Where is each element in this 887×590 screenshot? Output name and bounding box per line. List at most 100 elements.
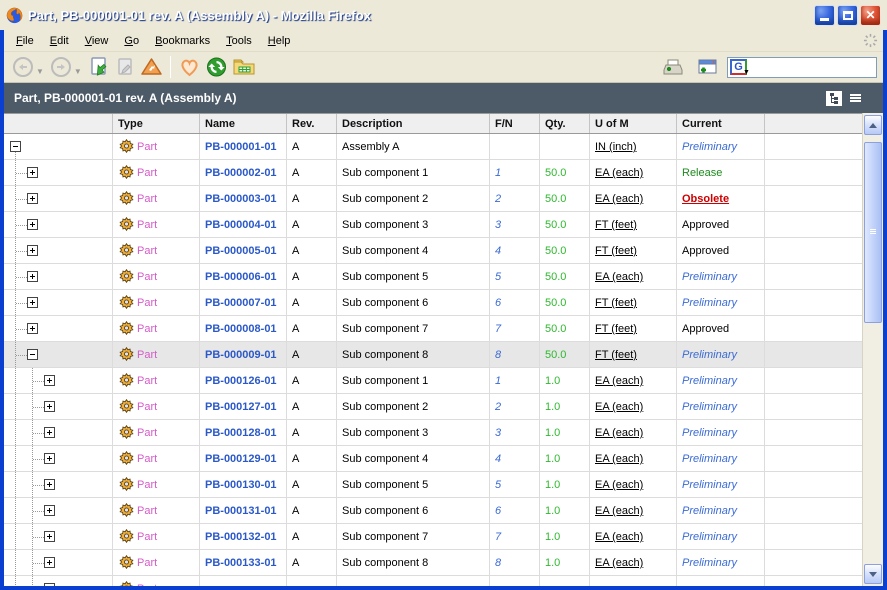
tree-view-icon[interactable] bbox=[826, 91, 842, 106]
back-dropdown-icon[interactable]: ▼ bbox=[36, 67, 44, 76]
scrollbar-thumb[interactable] bbox=[864, 142, 882, 323]
uom-link[interactable]: EA (each) bbox=[595, 453, 643, 465]
pin-page-button[interactable] bbox=[112, 54, 138, 80]
menu-edit[interactable]: Edit bbox=[42, 32, 77, 50]
part-number-link[interactable]: PB-000128-01 bbox=[205, 427, 277, 439]
part-number-link[interactable]: PB-000126-01 bbox=[205, 375, 277, 387]
part-number-link[interactable]: PB-000006-01 bbox=[205, 271, 277, 283]
scroll-down-button[interactable] bbox=[864, 564, 882, 584]
collapse-toggle[interactable] bbox=[10, 141, 21, 152]
open-page-button[interactable] bbox=[86, 54, 112, 80]
part-number-link[interactable]: PB-000132-01 bbox=[205, 531, 277, 543]
part-number-link[interactable]: PB-000004-01 bbox=[205, 219, 277, 231]
part-number-link[interactable]: PB-000007-01 bbox=[205, 297, 277, 309]
forward-dropdown-icon[interactable]: ▼ bbox=[74, 67, 82, 76]
part-number-link[interactable]: PB-000131-01 bbox=[205, 505, 277, 517]
close-button[interactable]: ✕ bbox=[860, 5, 881, 26]
add-window-button[interactable] bbox=[693, 54, 721, 80]
part-number-link[interactable]: PB-000002-01 bbox=[205, 167, 277, 179]
part-type-link[interactable]: Part bbox=[137, 583, 157, 587]
part-number-link[interactable]: PB-000003-01 bbox=[205, 193, 277, 205]
uom-link[interactable]: EA (each) bbox=[595, 505, 643, 517]
folder-grid-button[interactable] bbox=[230, 54, 258, 80]
part-type-link[interactable]: Part bbox=[137, 427, 157, 439]
part-number-link[interactable]: PB-000008-01 bbox=[205, 323, 277, 335]
alert-triangle-button[interactable] bbox=[138, 54, 165, 80]
part-type-link[interactable]: Part bbox=[137, 505, 157, 517]
scroll-up-button[interactable] bbox=[864, 115, 882, 135]
part-number-link[interactable]: PB-000009-01 bbox=[205, 349, 277, 361]
vertical-scrollbar[interactable] bbox=[862, 113, 883, 586]
menu-go[interactable]: Go bbox=[116, 32, 147, 50]
menu-tools[interactable]: Tools bbox=[218, 32, 260, 50]
uom-link[interactable]: EA (each) bbox=[595, 557, 643, 569]
expand-toggle[interactable] bbox=[27, 297, 38, 308]
menu-view[interactable]: View bbox=[77, 32, 117, 50]
part-type-link[interactable]: Part bbox=[137, 557, 157, 569]
uom-link[interactable]: EA (each) bbox=[595, 375, 643, 387]
uom-link[interactable]: FT (feet) bbox=[595, 245, 637, 257]
part-type-link[interactable]: Part bbox=[137, 401, 157, 413]
title-bar[interactable]: Part, PB-000001-01 rev. A (Assembly A) -… bbox=[0, 0, 887, 30]
uom-link[interactable]: EA (each) bbox=[595, 427, 643, 439]
uom-link[interactable]: FT (feet) bbox=[595, 323, 637, 335]
part-type-link[interactable]: Part bbox=[137, 349, 157, 361]
expand-toggle[interactable] bbox=[27, 271, 38, 282]
uom-link[interactable]: EA (each) bbox=[595, 271, 643, 283]
part-type-link[interactable]: Part bbox=[137, 375, 157, 387]
menu-bookmarks[interactable]: Bookmarks bbox=[147, 32, 218, 50]
uom-link[interactable]: FT (feet) bbox=[595, 297, 637, 309]
expand-toggle[interactable] bbox=[44, 531, 55, 542]
uom-link[interactable]: EA (each) bbox=[595, 167, 643, 179]
part-type-link[interactable]: Part bbox=[137, 193, 157, 205]
expand-toggle[interactable] bbox=[27, 167, 38, 178]
expand-toggle[interactable] bbox=[44, 375, 55, 386]
uom-link[interactable]: EA (each) bbox=[595, 401, 643, 413]
part-type-link[interactable]: Part bbox=[137, 141, 157, 153]
expand-toggle[interactable] bbox=[44, 557, 55, 568]
part-type-link[interactable]: Part bbox=[137, 167, 157, 179]
search-dropdown-caret[interactable]: ▼ bbox=[743, 69, 750, 76]
part-type-link[interactable]: Part bbox=[137, 271, 157, 283]
maximize-button[interactable] bbox=[837, 5, 858, 26]
uom-link[interactable]: FT (feet) bbox=[595, 219, 637, 231]
expand-toggle[interactable] bbox=[27, 219, 38, 230]
expand-toggle[interactable] bbox=[44, 427, 55, 438]
menu-help[interactable]: Help bbox=[260, 32, 299, 50]
part-type-link[interactable]: Part bbox=[137, 453, 157, 465]
expand-toggle[interactable] bbox=[44, 453, 55, 464]
part-number-link[interactable]: PB-000129-01 bbox=[205, 453, 277, 465]
collapse-toggle[interactable] bbox=[27, 349, 38, 360]
part-type-link[interactable]: Part bbox=[137, 219, 157, 231]
favorites-heart-button[interactable] bbox=[176, 54, 203, 80]
part-number-link[interactable]: PB-000001-01 bbox=[205, 141, 277, 153]
part-type-link[interactable]: Part bbox=[137, 323, 157, 335]
menu-file[interactable]: File bbox=[8, 32, 42, 50]
expand-toggle[interactable] bbox=[27, 323, 38, 334]
part-type-link[interactable]: Part bbox=[137, 297, 157, 309]
expand-toggle[interactable] bbox=[27, 193, 38, 204]
uom-link[interactable]: EA (each) bbox=[595, 193, 643, 205]
uom-link[interactable]: FT (feet) bbox=[595, 349, 637, 361]
expand-toggle[interactable] bbox=[44, 401, 55, 412]
expand-toggle[interactable] bbox=[44, 505, 55, 516]
expand-toggle[interactable] bbox=[44, 583, 55, 586]
part-number-link[interactable]: PB-000127-01 bbox=[205, 401, 277, 413]
minimize-button[interactable] bbox=[814, 5, 835, 26]
forward-button[interactable] bbox=[48, 54, 74, 80]
add-page-button[interactable] bbox=[659, 54, 687, 80]
part-number-link[interactable]: PB-000005-01 bbox=[205, 245, 277, 257]
expand-toggle[interactable] bbox=[44, 479, 55, 490]
uom-link[interactable]: IN (inch) bbox=[595, 141, 637, 153]
part-type-link[interactable]: Part bbox=[137, 479, 157, 491]
uom-link[interactable]: EA (each) bbox=[595, 479, 643, 491]
part-type-link[interactable]: Part bbox=[137, 245, 157, 257]
part-type-link[interactable]: Part bbox=[137, 531, 157, 543]
back-button[interactable] bbox=[10, 54, 36, 80]
status-value[interactable]: Obsolete bbox=[682, 193, 729, 205]
part-number-link[interactable]: PB-000130-01 bbox=[205, 479, 277, 491]
refresh-button[interactable] bbox=[203, 54, 230, 80]
list-view-icon[interactable] bbox=[847, 91, 863, 106]
part-number-link[interactable]: PB-000133-01 bbox=[205, 557, 277, 569]
expand-toggle[interactable] bbox=[27, 245, 38, 256]
